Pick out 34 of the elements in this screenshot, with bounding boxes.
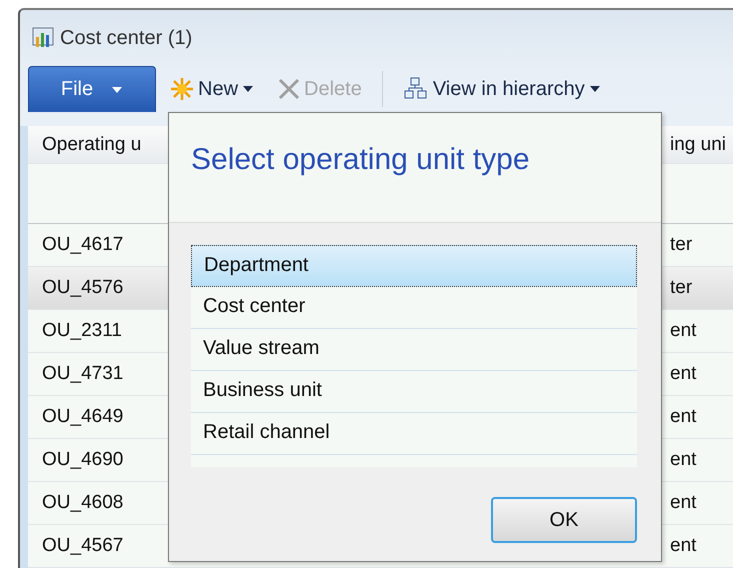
table-cell-text: ent (669, 535, 696, 557)
table-cell-text: ter (669, 277, 692, 299)
table-cell-text: ent (669, 492, 696, 514)
table-cell-text: OU_4731 (41, 363, 124, 385)
list-item[interactable]: Business unit (191, 371, 637, 413)
window-title: Cost center (1) (60, 26, 192, 50)
list-item[interactable]: Department (191, 245, 637, 287)
table-cell-text: ent (669, 406, 696, 428)
new-button[interactable]: New (160, 69, 264, 109)
list-item[interactable]: Value stream (191, 329, 637, 371)
ok-button[interactable]: OK (491, 497, 637, 543)
list-item[interactable]: Retail channel (191, 413, 637, 455)
table-cell-text: OU_4567 (41, 535, 124, 557)
table-cell-text: ent (669, 320, 696, 342)
table-cell-text: ent (669, 363, 696, 385)
file-button[interactable]: File (28, 66, 156, 112)
table-cell-text: OU_4649 (41, 406, 124, 428)
table-cell-text: OU_4617 (41, 234, 124, 256)
caret-icon (242, 85, 254, 93)
table-cell-text: OU_4608 (41, 492, 124, 514)
dialog-title: Select operating unit type (191, 143, 530, 176)
table-cell-text: OU_4690 (41, 449, 124, 471)
list-item[interactable]: Cost center (191, 287, 637, 329)
table-cell-text: OU_4576 (41, 277, 124, 299)
hierarchy-icon (402, 77, 429, 101)
table-cell-text: ent (669, 449, 696, 471)
star-icon (170, 77, 194, 101)
table-cell-text: OU_2311 (41, 320, 123, 342)
chart-icon (32, 27, 54, 49)
x-icon (278, 78, 300, 100)
hierarchy-button[interactable]: View in hierarchy (392, 69, 611, 109)
caret-icon (588, 85, 601, 93)
table-cell-text: ter (669, 234, 692, 256)
caret-icon (111, 86, 124, 94)
